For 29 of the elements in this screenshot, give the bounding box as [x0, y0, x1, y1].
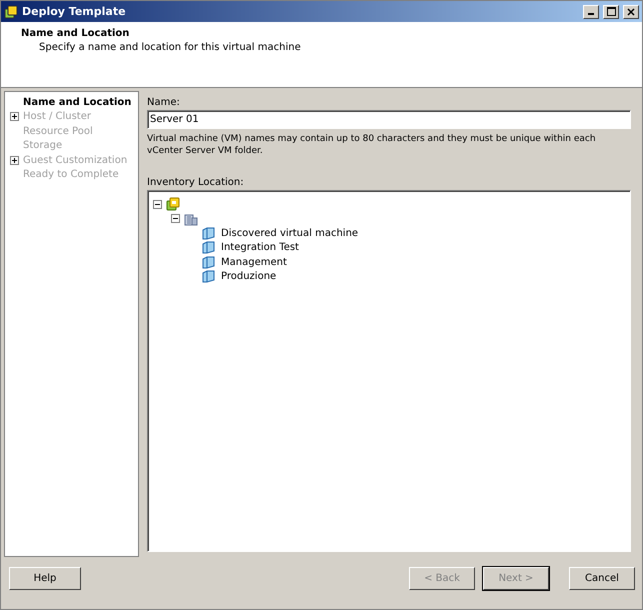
collapse-icon[interactable]: [153, 200, 162, 209]
folder-icon: [202, 241, 215, 254]
page-title: Name and Location: [21, 28, 130, 39]
dialog-button[interactable]: Cancel: [569, 566, 635, 590]
name-label: Name:: [147, 97, 181, 108]
minimize-icon: [588, 13, 594, 15]
close-icon: [627, 8, 635, 16]
server-group-icon: [166, 197, 180, 212]
app-icon: [4, 4, 18, 18]
minimize-button[interactable]: [583, 4, 599, 18]
tree-item[interactable]: Produzione: [221, 271, 276, 282]
tree-item[interactable]: Management: [221, 256, 287, 268]
close-button[interactable]: [623, 4, 639, 18]
maximize-button[interactable]: [603, 4, 619, 18]
tree-item[interactable]: Discovered virtual machine: [221, 228, 358, 239]
folder-icon: [202, 226, 215, 240]
step-item[interactable]: Name and Location: [23, 96, 132, 108]
collapse-icon[interactable]: [171, 214, 180, 224]
inventory-label: Inventory Location:: [147, 177, 245, 188]
page-subtitle: Specify a name and location for this virtual machine: [39, 42, 302, 53]
maximize-icon: [606, 7, 616, 16]
dialog-button[interactable]: Help: [9, 566, 81, 590]
name-hint: Virtual machine (VM) names may contain up to 80 characters and they must be unique within each vCenter Server VM folder.: [147, 133, 597, 157]
window-title: Deploy Template: [22, 5, 127, 18]
folder-icon: [202, 256, 215, 269]
building-icon: [184, 212, 198, 226]
folder-icon: [202, 270, 215, 284]
name-field[interactable]: Server 01: [147, 110, 631, 129]
tree-item[interactable]: Integration Test: [221, 242, 299, 254]
